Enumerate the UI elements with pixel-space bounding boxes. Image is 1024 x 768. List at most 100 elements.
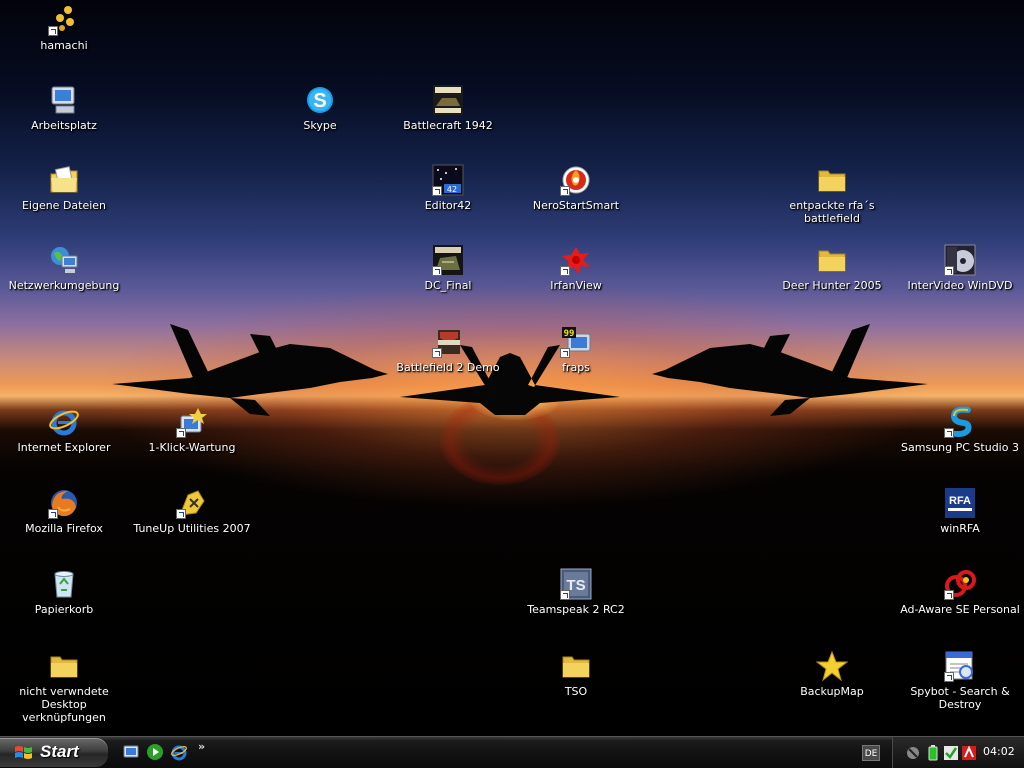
shortcut-arrow-icon (560, 348, 570, 358)
desktop-icon-irfanview[interactable]: IrfanView (514, 244, 638, 292)
desktop-icon-editor42[interactable]: 42 Editor42 (386, 164, 510, 212)
ad-aware-icon (944, 568, 976, 600)
battery-icon[interactable] (925, 745, 941, 761)
shortcut-arrow-icon (176, 509, 186, 519)
desktop-icon-netzwerkumgebung[interactable]: Netzwerkumgebung (2, 244, 126, 292)
battlecraft-icon (432, 84, 464, 116)
network-status-icon[interactable] (905, 745, 921, 761)
icon-label: DC_Final (424, 279, 472, 292)
start-button[interactable]: Start (0, 738, 108, 767)
hamachi-icon (48, 4, 80, 36)
shortcut-arrow-icon (944, 590, 954, 600)
desktop-icon-fraps[interactable]: 99 fraps (514, 326, 638, 374)
clock[interactable]: 04:02 (983, 745, 1015, 758)
icon-label: Samsung PC Studio 3 (901, 441, 1019, 454)
icon-label: Spybot - Search & Destroy (910, 685, 1010, 711)
desktop-icon-mozilla-firefox[interactable]: Mozilla Firefox (2, 487, 126, 535)
desktop-icon-samsung-pc-studio-3[interactable]: Samsung PC Studio 3 (898, 406, 1022, 454)
icon-label: winRFA (940, 522, 980, 535)
desktop-icon-ad-aware-se-personal[interactable]: Ad-Aware SE Personal (898, 568, 1022, 616)
icon-label: nicht verwndete Desktop verknüpfungen (19, 685, 109, 724)
folder-icon (816, 244, 848, 276)
shortcut-arrow-icon (944, 672, 954, 682)
icon-label: IrfanView (550, 279, 602, 292)
folder-icon (560, 650, 592, 682)
desktop-icon-battlefield-2-demo[interactable]: Battlefield 2 Demo (386, 326, 510, 374)
shortcut-arrow-icon (48, 509, 58, 519)
icon-label: Mozilla Firefox (25, 522, 103, 535)
shortcut-arrow-icon (560, 590, 570, 600)
desktop-icon-hamachi[interactable]: hamachi (2, 4, 126, 52)
antivirus-icon[interactable] (961, 745, 977, 761)
windows-flag-icon (15, 746, 32, 759)
my-computer-icon (48, 84, 80, 116)
quick-launch-chevron[interactable]: » (198, 740, 205, 753)
show-desktop-icon[interactable] (122, 743, 140, 761)
desktop-icon-skype[interactable]: S Skype (258, 84, 382, 132)
icon-label: Skype (303, 119, 337, 132)
desktop-icon-winrfa[interactable]: RFA winRFA (898, 487, 1022, 535)
shortcut-arrow-icon (48, 26, 58, 36)
start-label: Start (40, 742, 79, 761)
icon-label: Arbeitsplatz (31, 119, 97, 132)
desktop-icon-battlecraft-1942[interactable]: Battlecraft 1942 (386, 84, 510, 132)
desktop-icon-internet-explorer[interactable]: Internet Explorer (2, 406, 126, 454)
desktop-icon-dc-final[interactable]: DC_Final (386, 244, 510, 292)
language-indicator[interactable]: DE (862, 745, 880, 761)
icon-label: 1-Klick-Wartung (148, 441, 236, 454)
desktop-icon-unused-shortcuts-folder[interactable]: nicht verwndete Desktop verknüpfungen (2, 650, 126, 724)
icon-label: entpackte rfa´s battlefield (789, 199, 875, 225)
shortcut-arrow-icon (176, 428, 186, 438)
icon-label: InterVideo WinDVD (907, 279, 1013, 292)
desktop-icon-papierkorb[interactable]: Papierkorb (2, 568, 126, 616)
wallpaper-jet-right (652, 324, 928, 416)
media-player-icon[interactable] (146, 743, 164, 761)
shortcut-arrow-icon (432, 348, 442, 358)
icon-label: Deer Hunter 2005 (782, 279, 882, 292)
nero-icon (560, 164, 592, 196)
taskbar[interactable]: Start » DE 04:02 (0, 736, 1024, 768)
desktop-icon-nerostartsmart[interactable]: NeroStartSmart (514, 164, 638, 212)
desktop-icon-arbeitsplatz[interactable]: Arbeitsplatz (2, 84, 126, 132)
desktop-icon-tso-folder[interactable]: TSO (514, 650, 638, 698)
desktop-icon-eigene-dateien[interactable]: Eigene Dateien (2, 164, 126, 212)
firefox-icon (48, 487, 80, 519)
star-icon (816, 650, 848, 682)
icon-label: Papierkorb (34, 603, 94, 616)
desktop-icon-deer-hunter-2005-folder[interactable]: Deer Hunter 2005 (770, 244, 894, 292)
shortcut-arrow-icon (944, 428, 954, 438)
spybot-icon (944, 650, 976, 682)
internet-explorer-icon[interactable] (170, 743, 188, 761)
tuneup-maintenance-icon (176, 406, 208, 438)
icon-label: TuneUp Utilities 2007 (133, 522, 251, 535)
desktop-icon-intervideo-windvd[interactable]: InterVideo WinDVD (898, 244, 1022, 292)
folder-icon (48, 650, 80, 682)
desktop-icon-teamspeak-2[interactable]: TS Teamspeak 2 RC2 (514, 568, 638, 616)
desktop-icon-1-klick-wartung[interactable]: 1-Klick-Wartung (130, 406, 254, 454)
desktop-icon-entpackte-rfas-folder[interactable]: entpackte rfa´s battlefield (770, 164, 894, 225)
desktop-icon-backupmap[interactable]: BackupMap (770, 650, 894, 698)
tuneup-utilities-icon (176, 487, 208, 519)
icon-label: Netzwerkumgebung (8, 279, 120, 292)
shortcut-arrow-icon (432, 186, 442, 196)
my-documents-icon (48, 164, 80, 196)
desktop-icon-spybot[interactable]: Spybot - Search & Destroy (898, 650, 1022, 711)
shortcut-arrow-icon (432, 266, 442, 276)
internet-explorer-icon (48, 406, 80, 438)
battlefield2-icon (432, 326, 464, 358)
security-check-icon[interactable] (943, 745, 959, 761)
icon-label: Editor42 (424, 199, 472, 212)
icon-label: BackupMap (800, 685, 864, 698)
teamspeak-icon: TS (560, 568, 592, 600)
shortcut-arrow-icon (560, 266, 570, 276)
icon-label: hamachi (40, 39, 88, 52)
battlefield-dc-icon (432, 244, 464, 276)
icon-label: TSO (564, 685, 588, 698)
desktop[interactable]: hamachi Arbeitsplatz Eigene Dateien Netz… (0, 0, 1024, 736)
shortcut-arrow-icon (560, 186, 570, 196)
network-places-icon (48, 244, 80, 276)
icon-label: Ad-Aware SE Personal (900, 603, 1020, 616)
irfanview-icon (560, 244, 592, 276)
svg-text:99: 99 (564, 329, 575, 339)
desktop-icon-tuneup-utilities[interactable]: TuneUp Utilities 2007 (130, 487, 254, 535)
